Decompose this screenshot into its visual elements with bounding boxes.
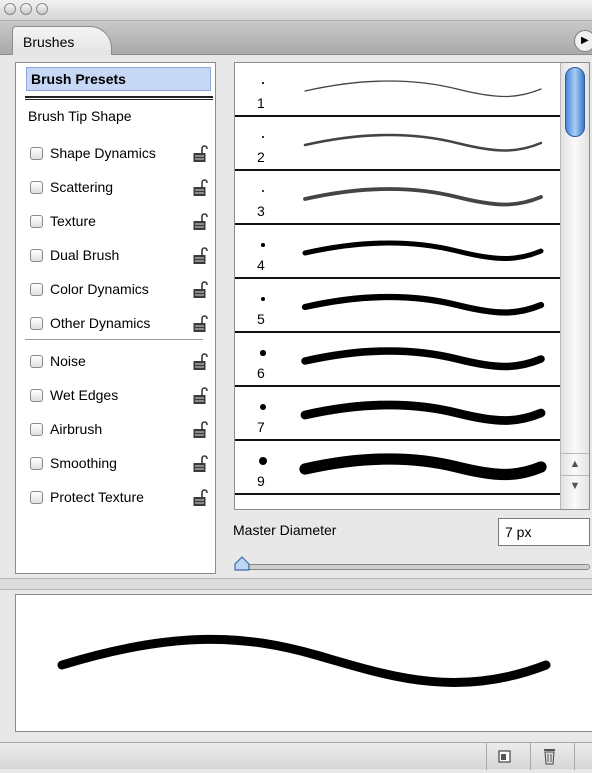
minimize-window-button[interactable] xyxy=(20,3,32,15)
zoom-window-button[interactable] xyxy=(36,3,48,15)
brush-stroke-sample xyxy=(301,293,545,316)
brush-preset-row[interactable]: 7 xyxy=(235,387,560,441)
lock-icon[interactable] xyxy=(192,353,208,371)
option-checkbox[interactable] xyxy=(30,181,43,194)
brush-presets-item[interactable]: Brush Presets xyxy=(26,67,211,91)
option-checkbox[interactable] xyxy=(30,355,43,368)
window-titlebar xyxy=(0,0,592,21)
option-checkbox[interactable] xyxy=(30,423,43,436)
scrollbar-thumb[interactable] xyxy=(565,67,585,137)
option-checkbox[interactable] xyxy=(30,317,43,330)
brush-stroke-sample xyxy=(304,80,542,98)
brush-tip-icon xyxy=(258,456,268,466)
brush-stroke-sample xyxy=(300,400,546,425)
panel-tab-strip: Brushes xyxy=(0,21,592,55)
delete-brush-button[interactable] xyxy=(530,743,566,770)
option-label: Smoothing xyxy=(50,455,117,471)
brush-stroke-sample xyxy=(303,133,543,152)
brush-size-label: 4 xyxy=(257,257,265,273)
brush-size-label: 6 xyxy=(257,365,265,381)
option-checkbox[interactable] xyxy=(30,147,43,160)
trash-icon xyxy=(544,749,555,765)
divider xyxy=(25,96,213,100)
tab-brushes[interactable]: Brushes xyxy=(12,26,112,55)
brush-preset-row[interactable]: 9 xyxy=(235,441,560,495)
option-label: Protect Texture xyxy=(50,489,144,505)
option-label: Color Dynamics xyxy=(50,281,149,297)
brush-tip-icon xyxy=(261,189,265,193)
new-brush-icon xyxy=(498,750,511,763)
option-label: Shape Dynamics xyxy=(50,145,156,161)
lock-icon[interactable] xyxy=(192,387,208,405)
brush-tip-icon xyxy=(260,296,266,302)
lock-icon[interactable] xyxy=(192,213,208,231)
brush-tip-icon xyxy=(262,82,264,84)
lock-icon[interactable] xyxy=(192,421,208,439)
brush-tip-icon xyxy=(259,403,267,411)
scroll-up-arrow-icon[interactable]: ▲ xyxy=(561,453,589,473)
lock-icon[interactable] xyxy=(192,179,208,197)
master-diameter-slider[interactable] xyxy=(238,564,590,570)
option-label: Texture xyxy=(50,213,96,229)
lock-icon[interactable] xyxy=(192,145,208,163)
brush-preset-row[interactable]: 1 xyxy=(235,63,560,117)
lock-icon[interactable] xyxy=(192,489,208,507)
brush-size-label: 5 xyxy=(257,311,265,327)
option-checkbox[interactable] xyxy=(30,491,43,504)
brush-tip-icon xyxy=(260,350,266,356)
lock-icon[interactable] xyxy=(192,315,208,333)
resize-grip-icon[interactable] xyxy=(574,743,592,770)
option-label: Dual Brush xyxy=(50,247,120,263)
option-label: Airbrush xyxy=(50,421,103,437)
lock-icon[interactable] xyxy=(192,281,208,299)
brush-size-label: 9 xyxy=(257,473,265,489)
brush-list-scrollbar[interactable]: ▲ ▼ xyxy=(560,63,589,509)
master-diameter-label: Master Diameter xyxy=(233,522,337,538)
panel-menu-icon[interactable]: ▶ xyxy=(574,30,592,52)
option-checkbox[interactable] xyxy=(30,249,43,262)
lock-icon[interactable] xyxy=(192,455,208,473)
brush-tip-icon xyxy=(262,136,264,138)
preview-divider xyxy=(0,578,592,590)
panel-bottom-bar xyxy=(0,742,592,770)
brush-stroke-sample xyxy=(302,240,544,261)
stroke-preview-icon xyxy=(57,634,551,687)
option-label: Other Dynamics xyxy=(50,315,151,331)
master-diameter-input[interactable] xyxy=(498,518,590,546)
brush-stroke-sample xyxy=(299,453,547,481)
scroll-down-arrow-icon[interactable]: ▼ xyxy=(561,475,589,495)
brush-preset-row[interactable]: 3 xyxy=(235,171,560,225)
brush-stroke-sample xyxy=(301,347,545,371)
brush-options-panel: Brush Presets Brush Tip Shape Shape Dyna… xyxy=(15,62,216,574)
brush-tip-icon xyxy=(261,243,265,247)
brush-stroke-sample xyxy=(303,187,543,207)
brush-preset-row[interactable]: 5 xyxy=(235,279,560,333)
option-checkbox[interactable] xyxy=(30,389,43,402)
option-checkbox[interactable] xyxy=(30,283,43,296)
close-window-button[interactable] xyxy=(4,3,16,15)
brush-tip-shape-item[interactable]: Brush Tip Shape xyxy=(28,108,132,124)
brush-size-label: 2 xyxy=(257,149,265,165)
option-label: Scattering xyxy=(50,179,114,195)
lock-icon[interactable] xyxy=(192,247,208,265)
brush-preset-row[interactable]: 6 xyxy=(235,333,560,387)
slider-thumb[interactable] xyxy=(233,555,251,573)
brush-preset-row[interactable]: 2 xyxy=(235,117,560,171)
option-checkbox[interactable] xyxy=(30,457,43,470)
brush-preset-row[interactable]: 4 xyxy=(235,225,560,279)
option-label: Wet Edges xyxy=(50,387,119,403)
option-checkbox[interactable] xyxy=(30,215,43,228)
brush-size-label: 1 xyxy=(257,95,265,111)
divider xyxy=(25,339,203,340)
brush-preset-list: 1 2 3 4 5 6 7 9 ▲ ▼ xyxy=(234,62,590,510)
brush-size-label: 3 xyxy=(257,203,265,219)
brush-stroke-preview xyxy=(15,594,592,732)
option-label: Noise xyxy=(50,353,86,369)
new-brush-button[interactable] xyxy=(486,743,522,770)
brush-size-label: 7 xyxy=(257,419,265,435)
